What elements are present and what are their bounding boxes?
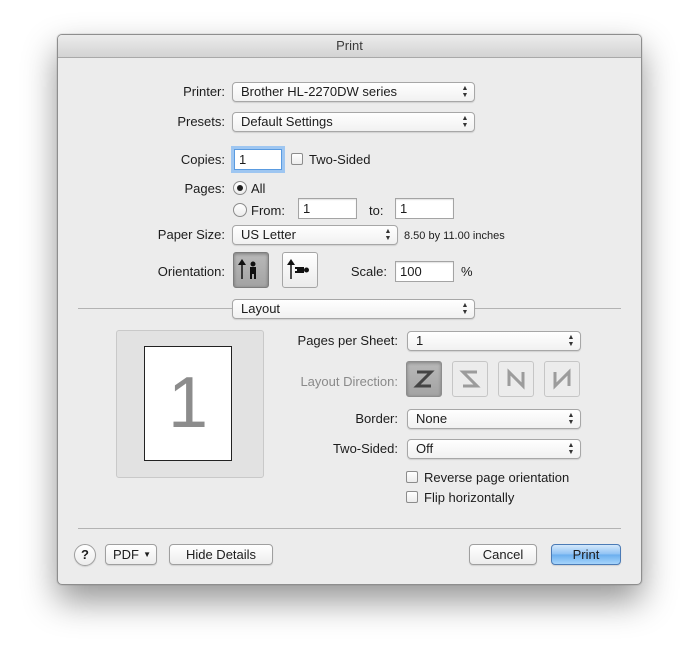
- presets-label: Presets:: [177, 114, 225, 129]
- copies-label: Copies:: [180, 152, 225, 167]
- preview-page-number: 1: [167, 363, 209, 443]
- pages-all-radio[interactable]: [233, 181, 247, 195]
- popup-arrows-icon: ▲ ▼: [567, 334, 575, 348]
- pages-from-field[interactable]: 1: [298, 198, 357, 219]
- popup-arrows-icon: ▲ ▼: [461, 115, 469, 129]
- popup-arrows-icon: ▲ ▼: [461, 302, 469, 316]
- n-direction-icon: [507, 368, 525, 390]
- help-icon: ?: [81, 547, 89, 562]
- popup-arrows-icon: ▲ ▼: [461, 85, 469, 99]
- pages-per-sheet-popup[interactable]: 1 ▲ ▼: [407, 331, 581, 351]
- pdf-label: PDF: [113, 547, 139, 562]
- help-button[interactable]: ?: [74, 544, 96, 566]
- pages-per-sheet-value: 1: [416, 333, 424, 348]
- s-direction-icon: [459, 370, 481, 388]
- z-direction-icon: [413, 370, 435, 388]
- printer-popup[interactable]: Brother HL-2270DW series ▲ ▼: [232, 82, 475, 102]
- flip-horizontally-checkbox[interactable]: [406, 491, 418, 503]
- page-preview: 1: [144, 346, 232, 461]
- pdf-menu-button[interactable]: PDF ▼: [105, 544, 157, 565]
- border-value: None: [416, 411, 448, 426]
- pages-from-label: From:: [251, 203, 285, 218]
- reverse-orientation-label: Reverse page orientation: [424, 470, 570, 485]
- popup-arrows-icon: ▲ ▼: [567, 442, 575, 456]
- layout-direction-s-button[interactable]: [452, 361, 488, 397]
- presets-popup[interactable]: Default Settings ▲ ▼: [232, 112, 475, 132]
- border-label: Border:: [355, 411, 398, 426]
- paper-size-value: US Letter: [241, 227, 296, 242]
- hide-details-button[interactable]: Hide Details: [169, 544, 273, 565]
- landscape-orientation-button[interactable]: [282, 252, 318, 288]
- window-title: Print: [58, 35, 641, 58]
- pages-label: Pages:: [184, 181, 225, 196]
- print-dialog: Print Printer: Brother HL-2270DW series …: [57, 34, 642, 585]
- scale-label: Scale:: [350, 264, 387, 279]
- landscape-icon: [287, 259, 309, 279]
- presets-value: Default Settings: [241, 114, 333, 129]
- copies-field[interactable]: 1: [234, 149, 282, 170]
- layout-two-sided-value: Off: [416, 441, 434, 456]
- two-sided-checkbox[interactable]: [291, 153, 303, 165]
- printer-value: Brother HL-2270DW series: [241, 84, 398, 99]
- pages-to-label: to:: [369, 203, 384, 218]
- section-value: Layout: [241, 301, 281, 316]
- pages-per-sheet-label: Pages per Sheet:: [297, 333, 398, 348]
- layout-direction-reverse-n-button[interactable]: [544, 361, 580, 397]
- border-popup[interactable]: None ▲ ▼: [407, 409, 581, 429]
- cancel-button[interactable]: Cancel: [469, 544, 537, 565]
- flip-horizontally-label: Flip horizontally: [424, 490, 515, 505]
- popup-arrows-icon: ▲ ▼: [384, 228, 392, 242]
- portrait-icon: [238, 259, 256, 279]
- print-button[interactable]: Print: [551, 544, 621, 565]
- layout-direction-z-button[interactable]: [406, 361, 442, 397]
- layout-direction-label: Layout Direction:: [300, 374, 398, 389]
- layout-two-sided-label: Two-Sided:: [332, 441, 398, 456]
- layout-two-sided-popup[interactable]: Off ▲ ▼: [407, 439, 581, 459]
- printer-label: Printer:: [183, 84, 225, 99]
- popup-arrows-icon: ▲ ▼: [567, 412, 575, 426]
- pages-to-field[interactable]: 1: [395, 198, 454, 219]
- portrait-orientation-button[interactable]: [233, 252, 269, 288]
- section-popup[interactable]: Layout ▲ ▼: [232, 299, 475, 319]
- layout-direction-n-button[interactable]: [498, 361, 534, 397]
- scale-field[interactable]: 100: [395, 261, 454, 282]
- footer-separator: [78, 528, 621, 529]
- pdf-dropdown-icon: ▼: [143, 550, 151, 559]
- paper-dimensions: 8.50 by 11.00 inches: [404, 230, 505, 242]
- reverse-orientation-checkbox[interactable]: [406, 471, 418, 483]
- orientation-label: Orientation:: [157, 264, 225, 279]
- paper-size-label: Paper Size:: [157, 227, 225, 242]
- reverse-n-direction-icon: [553, 368, 571, 390]
- scale-unit: %: [461, 264, 473, 279]
- pages-all-label: All: [251, 181, 266, 196]
- paper-size-popup[interactable]: US Letter ▲ ▼: [232, 225, 398, 245]
- two-sided-label: Two-Sided: [309, 152, 371, 167]
- pages-from-radio[interactable]: [233, 203, 247, 217]
